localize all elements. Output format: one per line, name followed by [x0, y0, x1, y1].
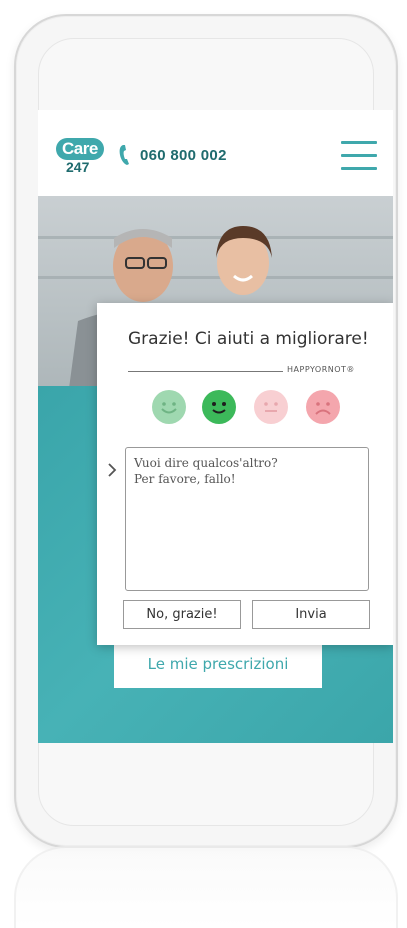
- happyornot-brand: HAPPYORNOT®: [287, 365, 355, 374]
- phone-number-link[interactable]: 060 800 002: [140, 147, 227, 164]
- logo-word: Care: [62, 139, 98, 158]
- very-happy-face-icon[interactable]: [152, 390, 186, 424]
- feedback-dialog: Grazie! Ci aiuti a migliorare! HAPPYORNO…: [97, 303, 393, 645]
- dialog-title: Grazie! Ci aiuti a migliorare!: [128, 329, 369, 349]
- phone-icon: [119, 145, 129, 165]
- placeholder-line-2: Per favore, fallo!: [134, 472, 236, 486]
- send-button[interactable]: Invia: [252, 600, 370, 629]
- no-thanks-button[interactable]: No, grazie!: [123, 600, 241, 629]
- app-screen: Care 247 060 800 002 Le mie prescrizioni…: [38, 110, 393, 743]
- placeholder-line-1: Vuoi dire qualcos'altro?: [134, 456, 278, 470]
- smiley-rating: [152, 390, 342, 424]
- app-header: Care 247 060 800 002: [38, 110, 393, 196]
- neutral-face-icon[interactable]: [254, 390, 288, 424]
- feedback-textarea[interactable]: Vuoi dire qualcos'altro? Per favore, fal…: [125, 447, 369, 591]
- happy-face-icon[interactable]: [202, 390, 236, 424]
- brand-divider: [128, 371, 283, 372]
- phone-reflection: [14, 846, 398, 928]
- feedback-placeholder: Vuoi dire qualcos'altro? Per favore, fal…: [134, 455, 278, 487]
- care247-logo[interactable]: Care 247: [56, 138, 106, 178]
- my-prescriptions-button[interactable]: Le mie prescrizioni: [114, 640, 322, 688]
- hamburger-menu-icon[interactable]: [341, 141, 377, 171]
- unhappy-face-icon[interactable]: [306, 390, 340, 424]
- logo-number: 247: [66, 159, 90, 175]
- chevron-right-icon[interactable]: [107, 463, 117, 477]
